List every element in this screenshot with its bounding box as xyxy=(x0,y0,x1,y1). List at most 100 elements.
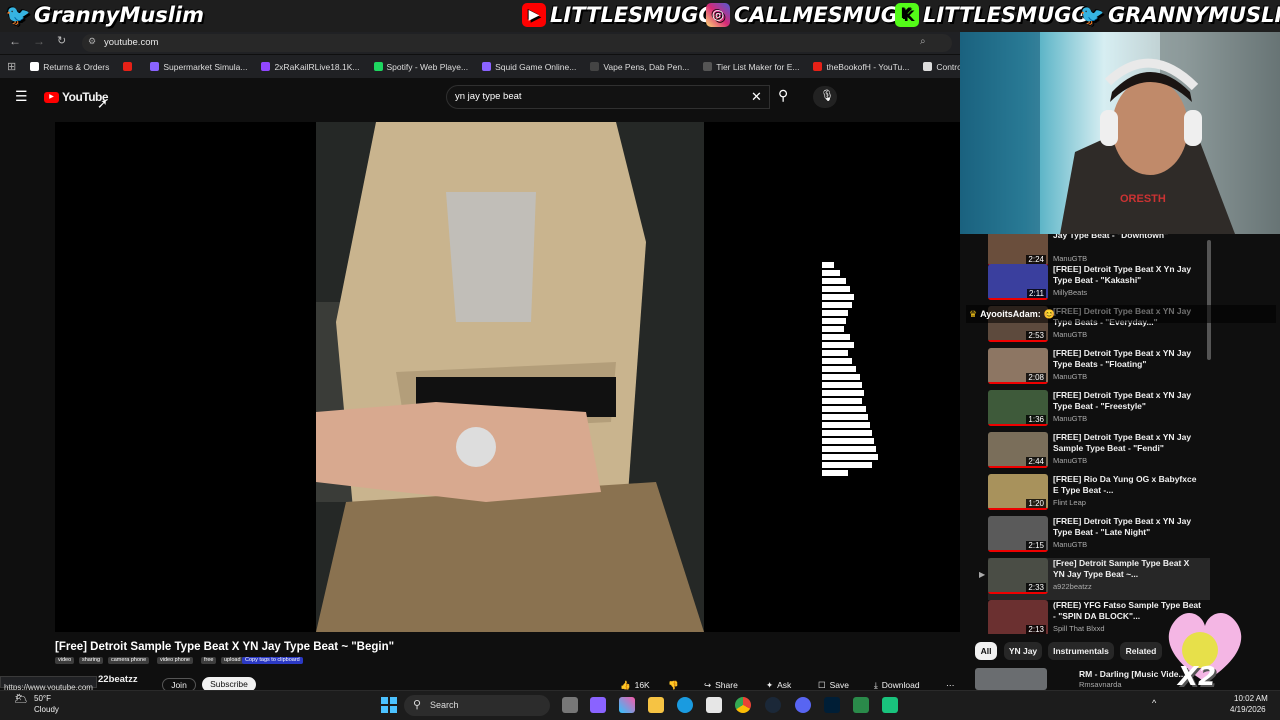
video-duration: 2:08 xyxy=(1026,373,1046,382)
clock-date[interactable]: 4/19/2026 xyxy=(1230,705,1266,714)
bookmark-item[interactable]: Spotify - Web Playe... xyxy=(367,62,476,72)
discord-icon[interactable] xyxy=(795,697,811,713)
search-icon: ⚲ xyxy=(413,699,422,711)
bookmark-favicon-icon xyxy=(482,62,492,71)
channel-name[interactable]: 22beatzz xyxy=(98,674,138,685)
bookmark-favicon-icon xyxy=(703,62,713,71)
download-icon: ⤓ xyxy=(874,679,878,690)
bookmark-favicon-icon xyxy=(590,62,600,71)
video-tag[interactable]: sharing xyxy=(79,657,104,664)
related-video-meta: [FREE] Detroit Type Beat X Yn Jay Type B… xyxy=(1053,264,1203,306)
instagram-icon: ◎ xyxy=(706,3,730,27)
bookmark-item[interactable] xyxy=(116,62,143,72)
related-video-thumbnail: 2:08 xyxy=(988,348,1048,384)
bookmark-item[interactable]: Tier List Maker for E... xyxy=(696,62,806,72)
related-video-item[interactable]: 1:36 [FREE] Detroit Type Beat x YN Jay Ty… xyxy=(988,390,1210,432)
overlay-twitter-left: 🐦 GrannyMuslim xyxy=(6,3,204,27)
clear-search-icon[interactable]: ✕ xyxy=(751,89,762,105)
zoom-icon[interactable]: ⌕ xyxy=(920,36,926,47)
video-duration: 2:33 xyxy=(1026,583,1046,592)
taskbar-search[interactable]: ⚲ Search xyxy=(404,695,550,716)
related-video-item[interactable]: 2:44 [FREE] Detroit Type Beat x YN Jay Sa… xyxy=(988,432,1210,474)
related-video-item[interactable]: 2:15 [FREE] Detroit Type Beat x YN Jay Ty… xyxy=(988,516,1210,558)
clock-time[interactable]: 10:02 AM xyxy=(1234,694,1268,703)
thumbs-down-icon: 👎 xyxy=(668,679,679,690)
apps-icon[interactable]: ⊞ xyxy=(0,60,23,73)
related-video-item[interactable]: 2:08 [FREE] Detroit Type Beat x YN Jay Ty… xyxy=(988,348,1210,390)
related-videos-list: 2:24 Jay Type Beat - "Downtown" ManuGTB 2:1… xyxy=(978,234,1210,634)
audio-visualizer xyxy=(820,262,880,482)
notes-icon[interactable] xyxy=(853,697,869,713)
watch-progress-bar xyxy=(988,508,1048,510)
related-video-thumbnail: 2:15 xyxy=(988,516,1048,552)
edge-icon[interactable] xyxy=(677,697,693,713)
video-tag[interactable]: camera phone xyxy=(108,657,150,664)
video-tag[interactable]: upload xyxy=(221,657,244,664)
related-video-item[interactable]: 2:11 [FREE] Detroit Type Beat X Yn Jay Ty… xyxy=(988,264,1210,306)
bookmark-favicon-icon xyxy=(30,62,40,71)
related-video-title: [FREE] Detroit Type Beat x YN Jay Sample… xyxy=(1053,432,1192,453)
video-tag[interactable]: video phone xyxy=(157,657,193,664)
related-video-channel: MillyBeats xyxy=(1053,288,1088,297)
overlay-handle-kick: LITTLESMUGG xyxy=(923,3,1089,27)
bookmark-item[interactable]: Squid Game Online... xyxy=(475,62,583,72)
related-video-item[interactable]: 2:33 [Free] Detroit Sample Type Beat X YN… xyxy=(988,558,1210,600)
voice-search-button[interactable]: 🎙 xyxy=(813,86,837,108)
video-duration: 2:13 xyxy=(1026,625,1046,634)
subscribe-label: Subscribe xyxy=(210,679,248,689)
reload-icon[interactable]: ↻ xyxy=(57,34,66,47)
more-icon: ⋯ xyxy=(946,679,955,690)
search-button[interactable]: ⚲ xyxy=(770,85,802,109)
browser-address-bar: ← → ↻ ⚙ youtube.com ⌕ ★ xyxy=(0,32,972,54)
task-view-icon[interactable] xyxy=(562,697,578,713)
start-button[interactable] xyxy=(381,697,397,713)
chrome-icon[interactable] xyxy=(735,697,751,713)
tray-chevron-icon[interactable]: ^ xyxy=(1152,698,1156,708)
chip-all[interactable]: All xyxy=(975,642,997,660)
download-label: Download xyxy=(881,680,920,690)
forward-icon[interactable]: → xyxy=(33,34,45,48)
store-icon[interactable] xyxy=(706,697,722,713)
crown-icon: ♛ xyxy=(969,308,978,319)
related-video-thumbnail: 2:24 xyxy=(988,234,1048,266)
bookmark-label: Squid Game Online... xyxy=(495,61,577,72)
app-icon[interactable] xyxy=(882,697,898,713)
overlay-handle-grannymuslim: GrannyMuslim xyxy=(34,3,204,27)
next-video-item[interactable]: RM - Darling [Music Vide... Rmsavnarda xyxy=(975,668,1186,690)
overlay-twitter-right: 🐦 GRANNYMUSLIM xyxy=(1080,3,1280,27)
video-tag[interactable]: free xyxy=(201,657,217,664)
video-tag[interactable]: video xyxy=(55,657,75,664)
bookmark-favicon-icon xyxy=(813,62,823,71)
webcam-art: ORESTH xyxy=(960,32,1280,234)
bookmark-item[interactable]: 2xRaKailRLive18.1K... xyxy=(254,62,366,72)
menu-icon[interactable]: ☰ xyxy=(15,88,28,105)
related-video-item[interactable]: 1:20 [FREE] Rio Da Yung OG x Babyfxce E T… xyxy=(988,474,1210,516)
chip-instrumentals[interactable]: Instrumentals xyxy=(1048,642,1114,660)
copilot-app-icon[interactable] xyxy=(619,697,635,713)
site-info-icon[interactable]: ⚙ xyxy=(88,36,96,47)
video-duration: 2:11 xyxy=(1027,289,1046,298)
search-input[interactable]: yn jay type beat ✕ xyxy=(446,85,770,109)
url-text: youtube.com xyxy=(104,37,159,48)
weather-desc: Cloudy xyxy=(34,705,59,714)
copy-tags-button[interactable]: Copy tags to clipboard xyxy=(242,657,303,664)
bookmark-label: Vape Pens, Dab Pen... xyxy=(603,61,690,72)
url-field[interactable]: ⚙ youtube.com ⌕ ★ xyxy=(82,34,972,52)
back-icon[interactable]: ← xyxy=(9,34,21,48)
bookmark-label: Tier List Maker for E... xyxy=(716,61,800,72)
bookmark-item[interactable]: Returns & Orders xyxy=(23,62,116,72)
chip-yn-jay[interactable]: YN Jay xyxy=(1004,642,1042,660)
overlay-instagram: ◎ CALLMESMUGG xyxy=(706,3,915,27)
video-frame-art xyxy=(316,122,704,632)
smile-emote-icon: 😊 xyxy=(1043,308,1055,319)
copilot-icon[interactable] xyxy=(590,697,606,713)
sidebar-scrollbar[interactable] xyxy=(1207,240,1211,360)
bookmark-item[interactable]: Supermarket Simula... xyxy=(143,62,254,72)
chip-related[interactable]: Related xyxy=(1120,642,1162,660)
bookmark-item[interactable]: Vape Pens, Dab Pen... xyxy=(583,62,696,72)
sparkle-icon: ✦ xyxy=(766,679,774,690)
photoshop-icon[interactable] xyxy=(824,697,840,713)
file-explorer-icon[interactable] xyxy=(648,697,664,713)
steam-icon[interactable] xyxy=(765,697,781,713)
bookmark-item[interactable]: theBookofH - YouTu... xyxy=(806,62,916,72)
